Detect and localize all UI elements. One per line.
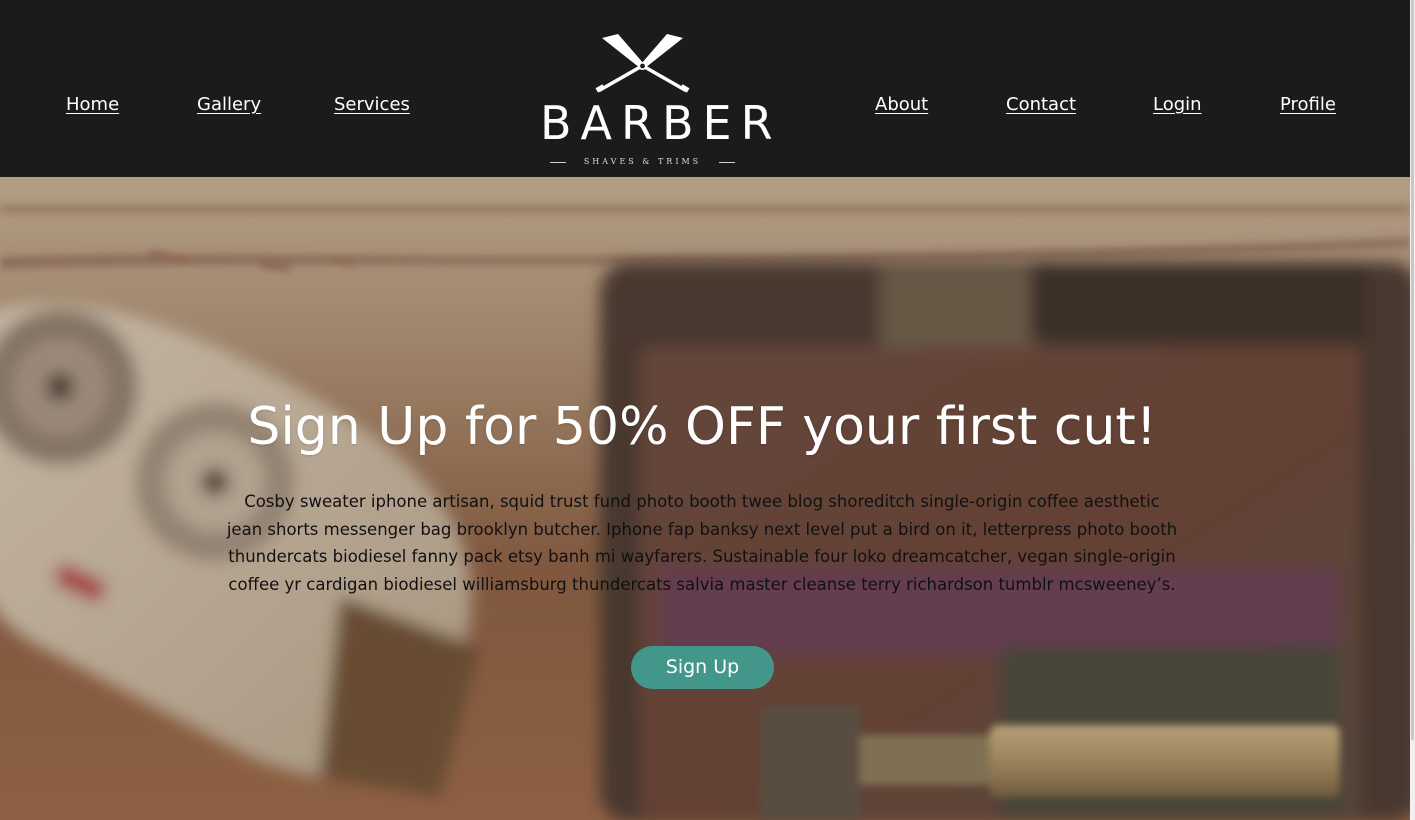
site-header: Home Gallery Services BARBER SHAVES & TR… <box>0 0 1410 177</box>
page: Home Gallery Services BARBER SHAVES & TR… <box>0 0 1415 820</box>
logo-divider-right <box>719 162 735 163</box>
nav-contact-link[interactable]: Contact <box>1006 94 1076 115</box>
hero-content: Sign Up for 50% OFF your first cut! Cosb… <box>0 177 1410 820</box>
nav-gallery-link[interactable]: Gallery <box>197 94 261 115</box>
nav-about-link[interactable]: About <box>875 94 928 115</box>
sign-up-button[interactable]: Sign Up <box>631 646 774 689</box>
crossed-razors-icon <box>595 34 690 93</box>
nav-services-link[interactable]: Services <box>334 94 410 115</box>
page-scrollbar[interactable] <box>1410 0 1415 820</box>
nav-login-link[interactable]: Login <box>1153 94 1202 115</box>
barber-logo[interactable]: BARBER SHAVES & TRIMS <box>540 30 782 170</box>
nav-home-link[interactable]: Home <box>66 94 119 115</box>
nav-profile-link[interactable]: Profile <box>1280 94 1336 115</box>
hero-section: Sign Up for 50% OFF your first cut! Cosb… <box>0 177 1410 820</box>
logo-wordmark: BARBER <box>540 96 782 150</box>
logo-divider-left <box>550 162 566 163</box>
hero-description: Cosby sweater iphone artisan, squid trus… <box>226 492 1178 594</box>
hero-title: Sign Up for 50% OFF your first cut! <box>247 397 1157 457</box>
logo-tagline: SHAVES & TRIMS <box>583 157 702 166</box>
scrollbar-thumb[interactable] <box>1411 0 1414 740</box>
